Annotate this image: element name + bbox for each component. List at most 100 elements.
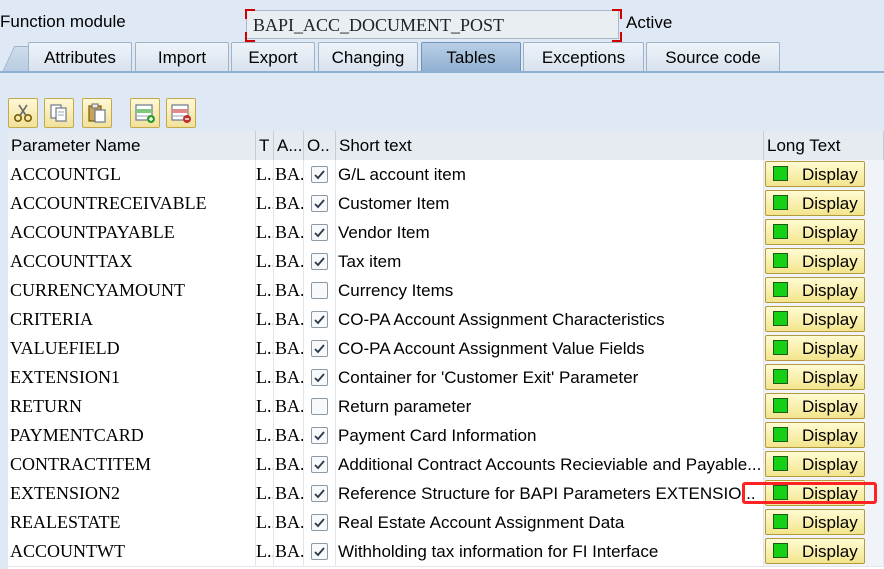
tab-attributes[interactable]: Attributes: [28, 42, 132, 72]
associated-type-cell[interactable]: BA...: [274, 450, 304, 479]
delete-row-button[interactable]: [166, 98, 196, 128]
display-long-text-button[interactable]: Display: [765, 480, 865, 506]
display-long-text-button[interactable]: Display: [765, 393, 865, 419]
paste-button[interactable]: [82, 98, 112, 128]
display-long-text-button[interactable]: Display: [765, 451, 865, 477]
parameter-name-cell[interactable]: CONTRACTITEM: [8, 450, 256, 479]
tab-exceptions[interactable]: Exceptions: [523, 42, 644, 72]
table-row[interactable]: EXTENSION2L..BA... Reference Structure fo…: [8, 479, 884, 509]
short-text-cell[interactable]: Tax item: [336, 247, 764, 276]
short-text-cell[interactable]: Withholding tax information for FI Inter…: [336, 537, 764, 566]
typing-cell[interactable]: L..: [256, 189, 274, 218]
associated-type-cell[interactable]: BA...: [274, 508, 304, 537]
tab-source-code[interactable]: Source code: [646, 42, 780, 72]
copy-button[interactable]: [44, 98, 74, 128]
associated-type-cell[interactable]: BA...: [274, 305, 304, 334]
optional-checkbox[interactable]: [311, 311, 328, 328]
optional-checkbox[interactable]: [311, 195, 328, 212]
associated-type-cell[interactable]: BA...: [274, 479, 304, 508]
tab-export[interactable]: Export: [231, 42, 315, 72]
table-row[interactable]: PAYMENTCARDL..BA... Payment Card Informat…: [8, 421, 884, 451]
associated-type-cell[interactable]: BA...: [274, 421, 304, 450]
table-row[interactable]: ACCOUNTTAXL..BA... Tax item Display: [8, 247, 884, 277]
typing-cell[interactable]: L..: [256, 247, 274, 276]
table-row[interactable]: CONTRACTITEML..BA... Additional Contract …: [8, 450, 884, 480]
short-text-cell[interactable]: G/L account item: [336, 160, 764, 189]
table-row[interactable]: ACCOUNTGLL..BA... G/L account item Display: [8, 160, 884, 190]
column-header-type[interactable]: T: [256, 131, 274, 160]
table-row[interactable]: CRITERIAL..BA... CO-PA Account Assignment…: [8, 305, 884, 335]
display-long-text-button[interactable]: Display: [765, 335, 865, 361]
typing-cell[interactable]: L..: [256, 537, 274, 566]
display-long-text-button[interactable]: Display: [765, 538, 865, 564]
optional-checkbox[interactable]: [311, 369, 328, 386]
typing-cell[interactable]: L..: [256, 508, 274, 537]
typing-cell[interactable]: L..: [256, 363, 274, 392]
column-header-parameter-name[interactable]: Parameter Name: [8, 131, 256, 160]
table-row[interactable]: RETURNL..BA... Return parameter Display: [8, 392, 884, 422]
optional-checkbox[interactable]: [311, 340, 328, 357]
parameter-name-cell[interactable]: ACCOUNTPAYABLE: [8, 218, 256, 247]
display-long-text-button[interactable]: Display: [765, 248, 865, 274]
typing-cell[interactable]: L..: [256, 160, 274, 189]
typing-cell[interactable]: L..: [256, 218, 274, 247]
optional-checkbox[interactable]: [311, 253, 328, 270]
parameter-name-cell[interactable]: REALESTATE: [8, 508, 256, 537]
short-text-cell[interactable]: Reference Structure for BAPI Parameters …: [336, 479, 764, 508]
short-text-cell[interactable]: CO-PA Account Assignment Value Fields: [336, 334, 764, 363]
optional-checkbox[interactable]: [311, 427, 328, 444]
parameter-name-cell[interactable]: ACCOUNTRECEIVABLE: [8, 189, 256, 218]
associated-type-cell[interactable]: BA...: [274, 247, 304, 276]
parameter-name-cell[interactable]: ACCOUNTWT: [8, 537, 256, 566]
optional-checkbox[interactable]: [311, 398, 328, 415]
display-long-text-button[interactable]: Display: [765, 509, 865, 535]
associated-type-cell[interactable]: BA...: [274, 189, 304, 218]
display-long-text-button[interactable]: Display: [765, 190, 865, 216]
display-long-text-button[interactable]: Display: [765, 219, 865, 245]
column-header-long-text[interactable]: Long Text: [764, 131, 884, 160]
parameter-name-cell[interactable]: PAYMENTCARD: [8, 421, 256, 450]
display-long-text-button[interactable]: Display: [765, 161, 865, 187]
typing-cell[interactable]: L..: [256, 276, 274, 305]
optional-checkbox[interactable]: [311, 485, 328, 502]
insert-row-button[interactable]: [130, 98, 160, 128]
optional-checkbox[interactable]: [311, 543, 328, 560]
parameter-name-cell[interactable]: CURRENCYAMOUNT: [8, 276, 256, 305]
short-text-cell[interactable]: Real Estate Account Assignment Data: [336, 508, 764, 537]
typing-cell[interactable]: L..: [256, 479, 274, 508]
associated-type-cell[interactable]: BA...: [274, 392, 304, 421]
parameter-name-cell[interactable]: ACCOUNTTAX: [8, 247, 256, 276]
table-row[interactable]: ACCOUNTRECEIVABLEL..BA... Customer Item Di…: [8, 189, 884, 219]
associated-type-cell[interactable]: BA...: [274, 334, 304, 363]
optional-checkbox[interactable]: [311, 282, 328, 299]
table-row[interactable]: REALESTATEL..BA... Real Estate Account As…: [8, 508, 884, 538]
short-text-cell[interactable]: Additional Contract Accounts Recieviable…: [336, 450, 764, 479]
optional-checkbox[interactable]: [311, 166, 328, 183]
associated-type-cell[interactable]: BA...: [274, 218, 304, 247]
typing-cell[interactable]: L..: [256, 450, 274, 479]
table-row[interactable]: CURRENCYAMOUNTL..BA... Currency Items Disp…: [8, 276, 884, 306]
short-text-cell[interactable]: Container for 'Customer Exit' Parameter: [336, 363, 764, 392]
table-row[interactable]: EXTENSION1L..BA... Container for 'Custome…: [8, 363, 884, 393]
tab-tables[interactable]: Tables: [421, 42, 521, 72]
typing-cell[interactable]: L..: [256, 334, 274, 363]
cut-button[interactable]: [8, 98, 38, 128]
short-text-cell[interactable]: Payment Card Information: [336, 421, 764, 450]
optional-checkbox[interactable]: [311, 456, 328, 473]
display-long-text-button[interactable]: Display: [765, 422, 865, 448]
function-module-name-field[interactable]: BAPI_ACC_DOCUMENT_POST: [246, 10, 619, 39]
display-long-text-button[interactable]: Display: [765, 306, 865, 332]
typing-cell[interactable]: L..: [256, 421, 274, 450]
table-row[interactable]: ACCOUNTPAYABLEL..BA... Vendor Item Display: [8, 218, 884, 248]
parameter-name-cell[interactable]: RETURN: [8, 392, 256, 421]
table-row[interactable]: ACCOUNTWTL..BA... Withholding tax informa…: [8, 537, 884, 567]
associated-type-cell[interactable]: BA...: [274, 537, 304, 566]
short-text-cell[interactable]: Vendor Item: [336, 218, 764, 247]
typing-cell[interactable]: L..: [256, 392, 274, 421]
typing-cell[interactable]: L..: [256, 305, 274, 334]
associated-type-cell[interactable]: BA...: [274, 276, 304, 305]
parameter-name-cell[interactable]: ACCOUNTGL: [8, 160, 256, 189]
parameter-name-cell[interactable]: CRITERIA: [8, 305, 256, 334]
associated-type-cell[interactable]: BA...: [274, 363, 304, 392]
optional-checkbox[interactable]: [311, 514, 328, 531]
